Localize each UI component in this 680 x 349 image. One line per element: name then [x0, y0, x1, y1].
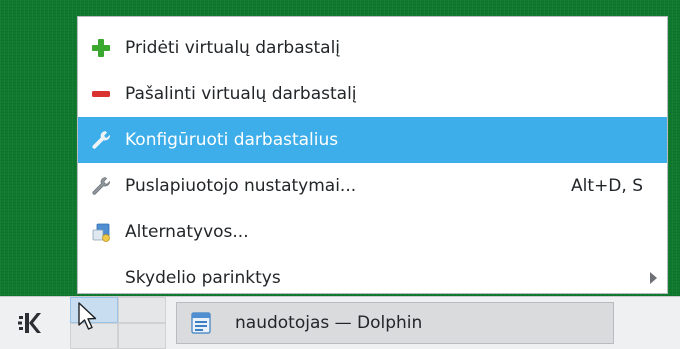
kde-logo-icon[interactable] [14, 307, 46, 339]
alternatives-icon [92, 223, 110, 242]
pager-desktop-4[interactable] [118, 323, 166, 349]
dolphin-file-manager-icon [191, 312, 211, 334]
menu-item-label: Pridėti virtualų darbastalį [125, 38, 341, 58]
menu-item-label: Pašalinti virtualų darbastalį [125, 84, 357, 104]
remove-minus-icon [92, 91, 110, 97]
wrench-icon [92, 131, 110, 149]
menu-item-label: Puslapiuotojo nustatymai... [125, 176, 357, 196]
menu-item-panel-options[interactable]: Skydelio parinktys [78, 255, 667, 301]
task-title: naudotojas — Dolphin [235, 313, 423, 333]
taskbar-task-dolphin[interactable]: naudotojas — Dolphin [176, 302, 614, 344]
menu-item-remove-desktop[interactable]: Pašalinti virtualų darbastalį [78, 71, 667, 117]
pager-desktop-2[interactable] [118, 297, 166, 323]
wrench-icon [92, 177, 110, 195]
menu-item-label: Alternatyvos... [125, 222, 249, 242]
menu-item-configure-desktops[interactable]: Konfigūruoti darbastalius [78, 117, 667, 163]
mouse-pointer-icon [78, 302, 97, 330]
submenu-arrow-icon [650, 272, 657, 284]
menu-item-shortcut: Alt+D, S [571, 176, 643, 196]
menu-item-pager-settings[interactable]: Puslapiuotojo nustatymai... Alt+D, S [78, 163, 667, 209]
pager-context-menu: Pridėti virtualų darbastalį Pašalinti vi… [77, 16, 668, 294]
menu-item-label: Skydelio parinktys [125, 268, 281, 288]
taskbar-panel: naudotojas — Dolphin [0, 296, 680, 349]
menu-item-alternatives[interactable]: Alternatyvos... [78, 209, 667, 255]
menu-item-label: Konfigūruoti darbastalius [125, 130, 339, 150]
menu-item-add-desktop[interactable]: Pridėti virtualų darbastalį [78, 25, 667, 71]
add-plus-icon [92, 39, 110, 57]
